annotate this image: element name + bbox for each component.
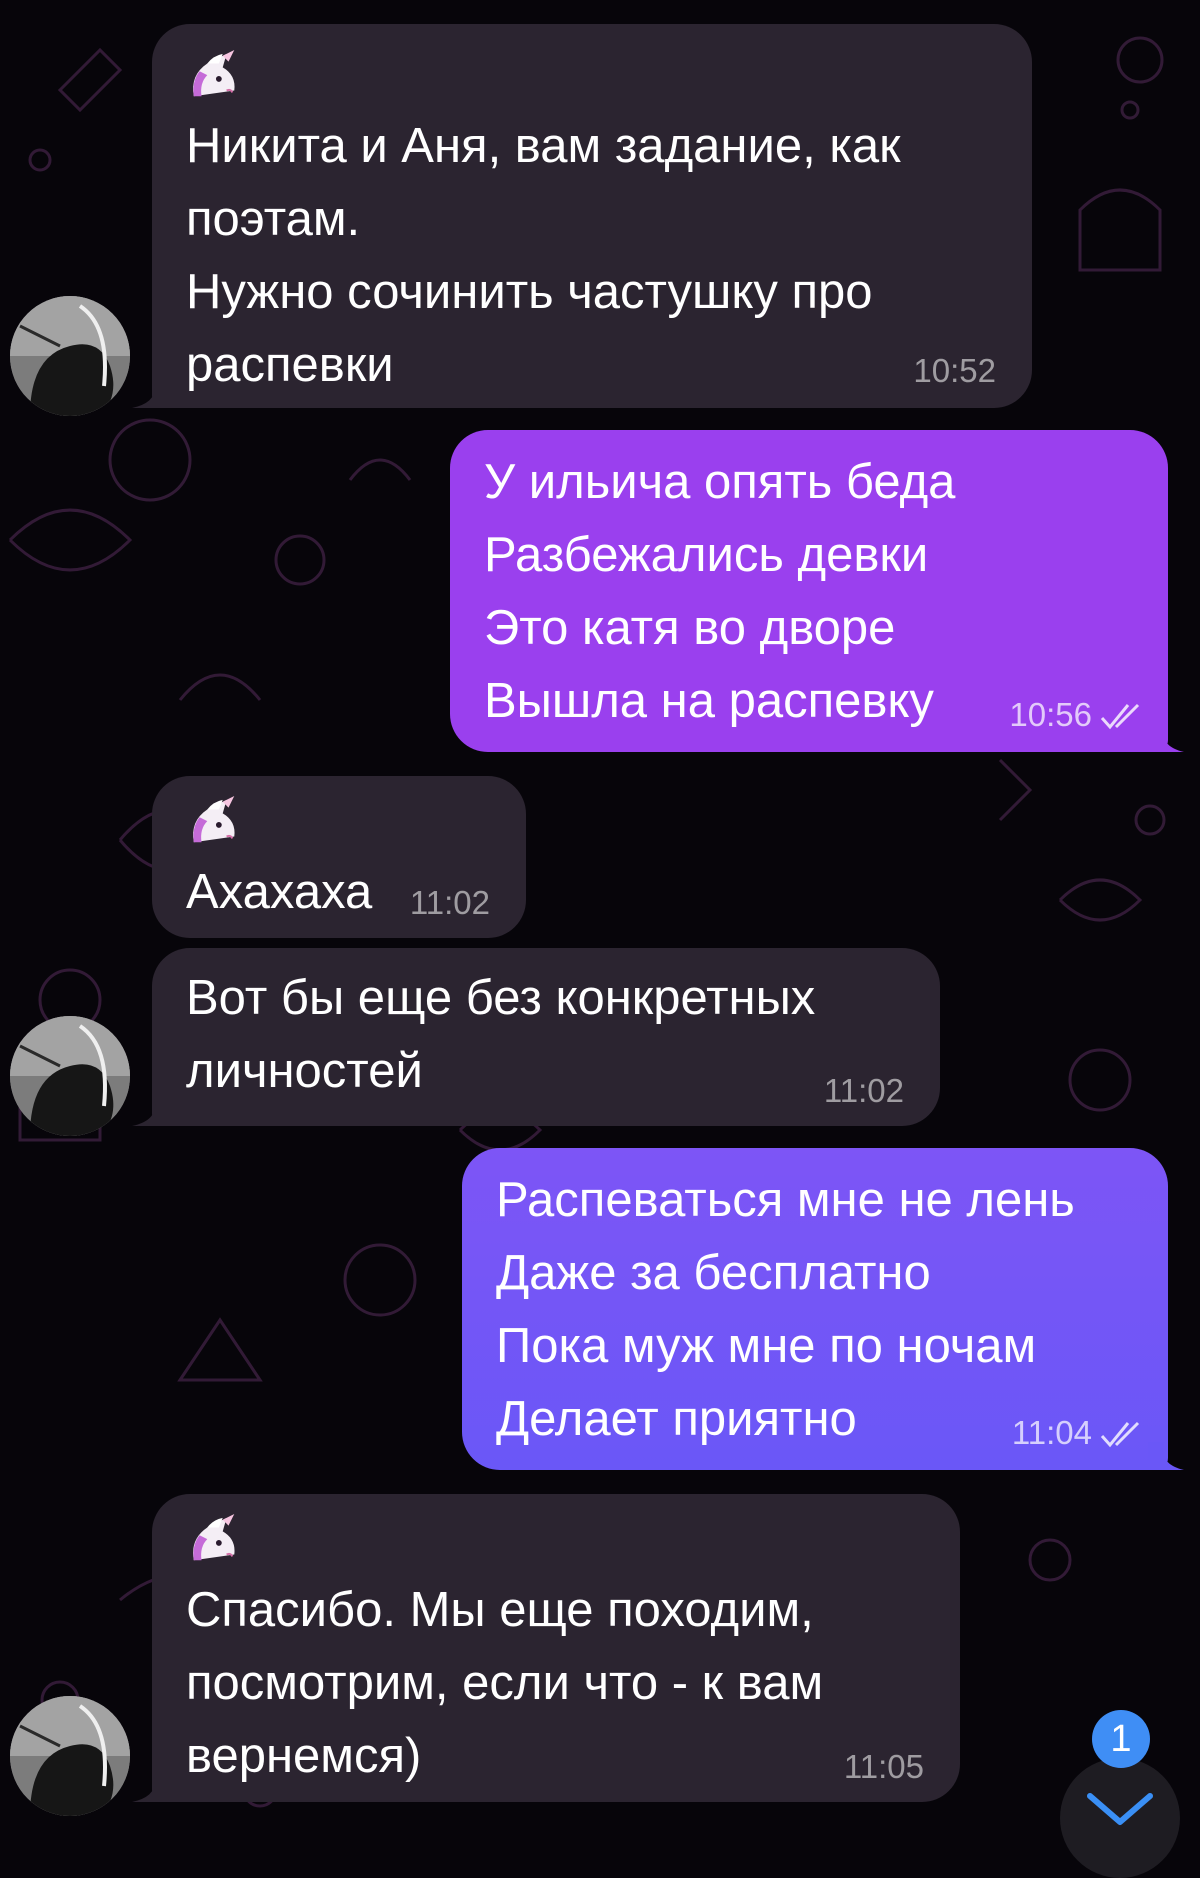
bubble-tail (132, 1098, 172, 1126)
message-text: Спасибо. Мы еще походим, посмотрим, если… (186, 1583, 824, 1783)
message-bubble-outgoing[interactable]: Распеваться мне не лень Даже за бесплатн… (462, 1148, 1168, 1470)
bubble-tail (1148, 1442, 1184, 1470)
scroll-to-bottom-button[interactable] (1060, 1758, 1180, 1878)
avatar[interactable] (10, 296, 130, 416)
bubble-tail (132, 380, 172, 408)
double-check-icon (1100, 1421, 1140, 1448)
message-text: У ильича опять беда Разбежались девки Эт… (484, 455, 956, 728)
avatar[interactable] (10, 1696, 130, 1816)
message-time: 11:02 (823, 1072, 904, 1109)
message-text: Никита и Аня, вам задание, как поэтам. Н… (186, 119, 901, 392)
unread-count-badge: 1 (1092, 1710, 1150, 1768)
message-bubble-incoming[interactable]: Никита и Аня, вам задание, как поэтам. Н… (152, 24, 1032, 408)
message-bubble-incoming[interactable]: Спасибо. Мы еще походим, посмотрим, если… (152, 1494, 960, 1802)
message-bubble-incoming[interactable]: Ахахаха 11:02 (152, 776, 526, 938)
message-time: 11:05 (843, 1748, 924, 1785)
double-check-icon (1100, 703, 1140, 730)
message-text: Ахахаха (186, 865, 373, 919)
unicorn-icon (193, 1514, 235, 1561)
message-time: 11:02 (409, 884, 490, 921)
unicorn-icon (193, 796, 235, 843)
unicorn-icon (193, 50, 235, 97)
message-bubble-outgoing[interactable]: У ильича опять беда Разбежались девки Эт… (450, 430, 1168, 752)
bubble-tail (1148, 724, 1184, 752)
message-time: 10:56 (1009, 696, 1092, 733)
message-time: 10:52 (913, 352, 996, 389)
message-bubble-incoming[interactable]: Вот бы еще без конкретных личностей 11:0… (152, 948, 940, 1126)
bubble-tail (132, 1774, 172, 1802)
message-time: 11:04 (1011, 1414, 1092, 1451)
avatar[interactable] (10, 1016, 130, 1136)
chevron-down-icon (1087, 1793, 1153, 1825)
message-text: Вот бы еще без конкретных личностей (186, 971, 816, 1098)
message-text: Распеваться мне не лень Даже за бесплатн… (496, 1173, 1075, 1446)
